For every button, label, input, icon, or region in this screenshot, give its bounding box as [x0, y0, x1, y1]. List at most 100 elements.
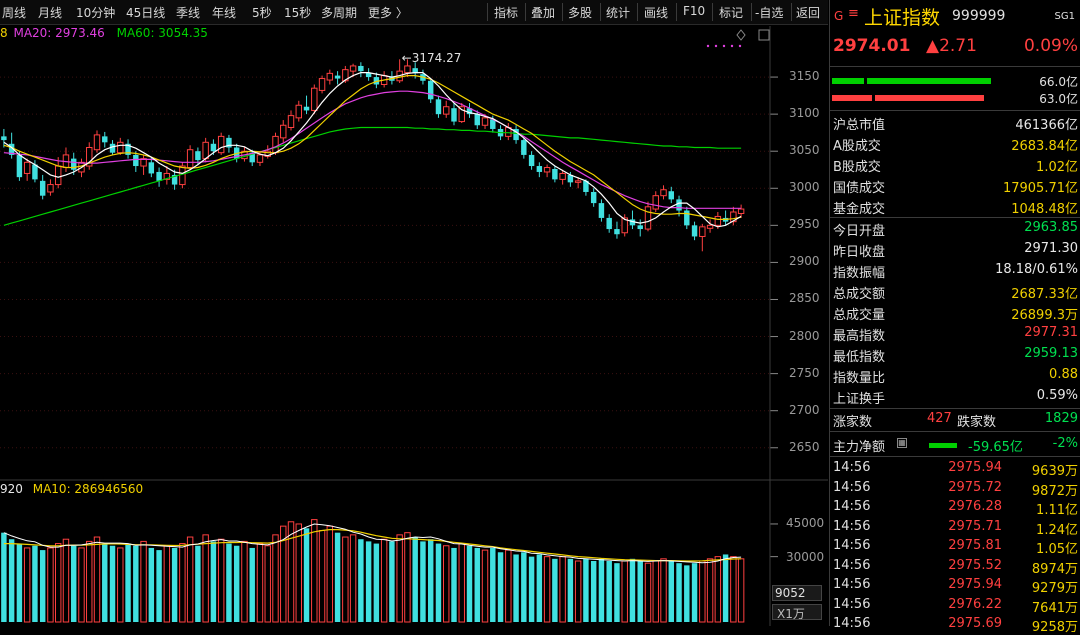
tick-row: 14:56 2975.72 9872万 — [830, 479, 1080, 499]
candle-body — [660, 189, 667, 197]
candle-body — [23, 161, 31, 174]
volume-bar — [714, 556, 722, 623]
stat-value: 2971.30 — [1024, 240, 1078, 256]
candle-body — [668, 191, 674, 200]
tick-row: 14:56 2975.71 1.24亿 — [830, 518, 1080, 538]
candle-body — [202, 141, 209, 160]
volume-bar — [318, 530, 326, 623]
tick-price: 2975.81 — [948, 538, 1002, 553]
volume-bar — [458, 543, 465, 623]
candle-body — [451, 108, 457, 122]
candle-body — [543, 167, 551, 173]
candle-body — [303, 106, 310, 111]
volume-bar — [513, 554, 519, 622]
candle-body — [295, 104, 302, 119]
stat-label: B股成交 — [833, 160, 881, 176]
volume-bar — [133, 545, 139, 622]
candle-body — [684, 210, 690, 226]
candle-body — [109, 143, 116, 153]
volume-bar — [373, 543, 380, 622]
candle-body — [474, 114, 480, 126]
volume-bar — [629, 558, 636, 622]
calculator-icon[interactable]: ▦ — [897, 438, 907, 448]
kline-chart[interactable] — [0, 0, 828, 626]
market-flag: G — [834, 9, 844, 23]
volume-bar — [23, 547, 31, 623]
volume-bar — [249, 547, 255, 622]
candle-body — [287, 115, 295, 128]
volume-bar — [202, 534, 209, 623]
candle-body — [427, 80, 434, 100]
volume-bar — [358, 539, 364, 622]
volume-bar — [195, 545, 201, 622]
window-toggle-icon[interactable] — [758, 29, 770, 41]
volume-bar — [295, 523, 302, 623]
volume-unit-box[interactable]: X1万 — [772, 604, 822, 621]
volume-bar — [621, 560, 628, 623]
up-count-label: 涨家数 — [833, 415, 873, 430]
candle-body — [156, 171, 162, 181]
stat-row: 指数振幅 18.18/0.61% — [830, 260, 1080, 281]
candle-body — [54, 165, 62, 186]
divider — [830, 110, 1080, 111]
tick-amount: 9872万 — [1031, 483, 1078, 499]
price-change: ▲2.71 — [926, 36, 977, 56]
volume-bar — [140, 540, 147, 623]
candle-body — [699, 226, 706, 237]
tick-time: 14:56 — [833, 499, 871, 514]
volume-bar — [676, 563, 682, 622]
stat-label: 总成交量 — [833, 307, 886, 323]
volume-bar — [652, 560, 659, 623]
price-tick-label: 3100 — [789, 106, 820, 121]
volume-bar — [660, 558, 667, 623]
price-tick-label: 2950 — [789, 217, 820, 232]
volume-value-box: 9052 — [772, 585, 822, 601]
price-tick-label: 2700 — [789, 402, 820, 417]
volume-bar — [287, 521, 295, 623]
index-name: 上证指数 — [864, 7, 941, 29]
tick-time: 14:56 — [833, 596, 871, 612]
netflow-label: 主力净额 — [833, 440, 886, 455]
candle-body — [16, 154, 23, 178]
volume-bar — [412, 537, 418, 622]
stat-row: 最低指数 2959.13 — [830, 344, 1080, 365]
volume-bar — [389, 541, 395, 622]
volume-bar — [490, 547, 496, 622]
candle-body — [217, 135, 225, 154]
dotted-marker — [730, 44, 734, 48]
candle-body — [349, 65, 357, 72]
volume-bar — [109, 545, 116, 622]
candle-body — [47, 184, 54, 193]
volume-bar — [163, 545, 171, 623]
tick-time: 14:56 — [833, 577, 871, 592]
netflow-row: 主力净额 ▦ -59.65亿 -2% — [830, 434, 1080, 455]
volume-bar — [16, 543, 23, 622]
stat-label: 上证换手 — [833, 392, 886, 408]
up-count: 427 — [927, 411, 952, 426]
volume-bar — [552, 558, 558, 622]
volume-bar — [8, 539, 15, 622]
stat-value: 26899.3万 — [1011, 307, 1078, 323]
candle-body — [358, 65, 364, 72]
stat-label: 基金成交 — [833, 202, 886, 218]
volume-bar — [62, 538, 70, 623]
tick-amount: 9279万 — [1031, 581, 1078, 596]
tick-price: 2975.94 — [948, 460, 1002, 475]
stat-row: 总成交量 26899.3万 — [830, 302, 1080, 323]
candle-body — [404, 65, 411, 74]
stat-value: 461366亿 — [1015, 118, 1078, 133]
vol-tick-45000: 45000 — [786, 516, 825, 530]
candle-body — [552, 169, 558, 180]
diamond-icon[interactable] — [736, 29, 746, 41]
volume-bar — [497, 552, 504, 622]
candle-body — [186, 149, 194, 169]
menu-icon[interactable]: ≡ — [848, 6, 859, 21]
volume-bar — [451, 547, 457, 622]
candle-body — [210, 143, 217, 152]
volume-bar — [54, 543, 62, 623]
volume-bar — [583, 558, 589, 622]
stat-row: B股成交 1.02亿 — [830, 154, 1080, 176]
volume-bar — [148, 547, 155, 622]
volume-bar — [342, 536, 349, 623]
price-tick-label: 2900 — [789, 254, 820, 269]
